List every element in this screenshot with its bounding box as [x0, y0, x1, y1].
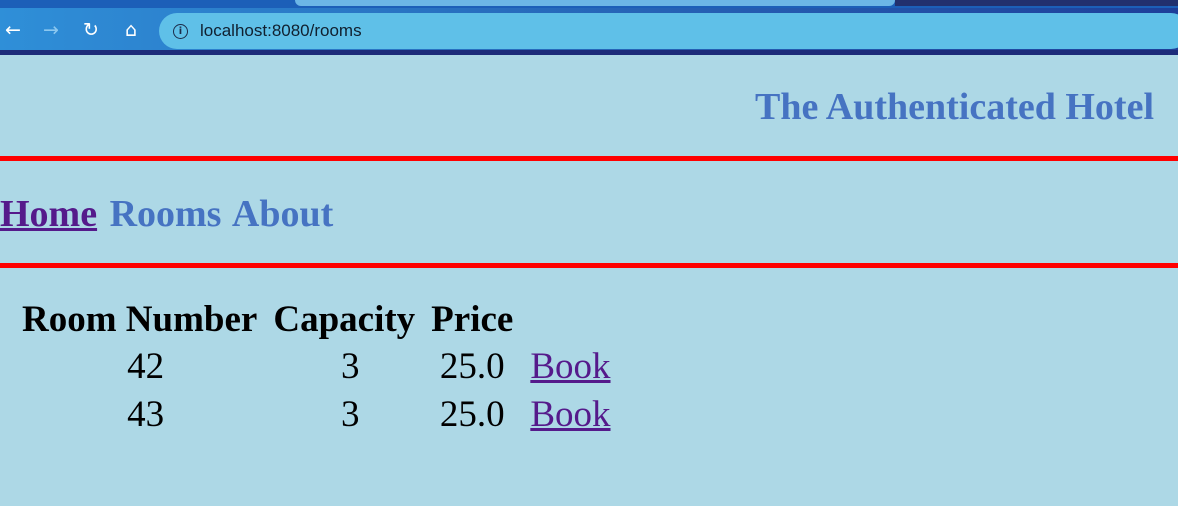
nav-link-rooms[interactable]: Rooms	[110, 193, 222, 235]
table-header-row: Room Number Capacity Price	[22, 298, 612, 342]
book-link[interactable]: Book	[518, 346, 610, 387]
url-text[interactable]: localhost:8080/rooms	[200, 21, 362, 41]
nav-link-home[interactable]: Home	[0, 193, 97, 235]
browser-tab[interactable]	[895, 0, 1178, 6]
column-header-price: Price	[431, 299, 514, 340]
capacity-cell: 3	[341, 394, 360, 435]
action-cell: Book	[517, 392, 611, 438]
info-icon[interactable]: i	[173, 23, 188, 39]
room-number-cell: 42	[127, 346, 165, 387]
price-cell: 25.0	[439, 394, 505, 435]
address-bar[interactable]: i localhost:8080/rooms	[159, 13, 1178, 49]
page-title: The Authenticated Hotel	[755, 86, 1154, 128]
book-link[interactable]: Book	[518, 394, 610, 435]
nav-divider	[0, 263, 1178, 268]
column-header-room-number: Room Number	[22, 299, 258, 340]
browser-toolbar: ← → ↻ ⌂ i localhost:8080/rooms	[0, 0, 1178, 55]
header-divider	[0, 156, 1178, 161]
browser-tab[interactable]	[295, 0, 895, 6]
column-header-action	[517, 298, 611, 342]
price-cell: 25.0	[439, 346, 505, 387]
home-icon[interactable]: ⌂	[118, 17, 144, 43]
nav-link-about[interactable]: About	[232, 193, 333, 235]
site-nav: Home Rooms About	[0, 192, 336, 236]
toolbar-divider	[0, 50, 1178, 55]
action-cell: Book	[517, 344, 611, 390]
tab-strip	[0, 0, 1178, 8]
arrow-right-icon[interactable]: →	[38, 17, 64, 43]
room-number-cell: 43	[127, 394, 165, 435]
capacity-cell: 3	[341, 346, 360, 387]
table-row: 42 3 25.0 Book	[22, 344, 612, 390]
column-header-capacity: Capacity	[273, 299, 416, 340]
table-row: 43 3 25.0 Book	[22, 392, 612, 438]
rooms-table: Room Number Capacity Price 42 3 25.0 Boo…	[18, 296, 616, 440]
arrow-left-icon[interactable]: ←	[0, 17, 26, 43]
reload-icon[interactable]: ↻	[78, 17, 104, 43]
